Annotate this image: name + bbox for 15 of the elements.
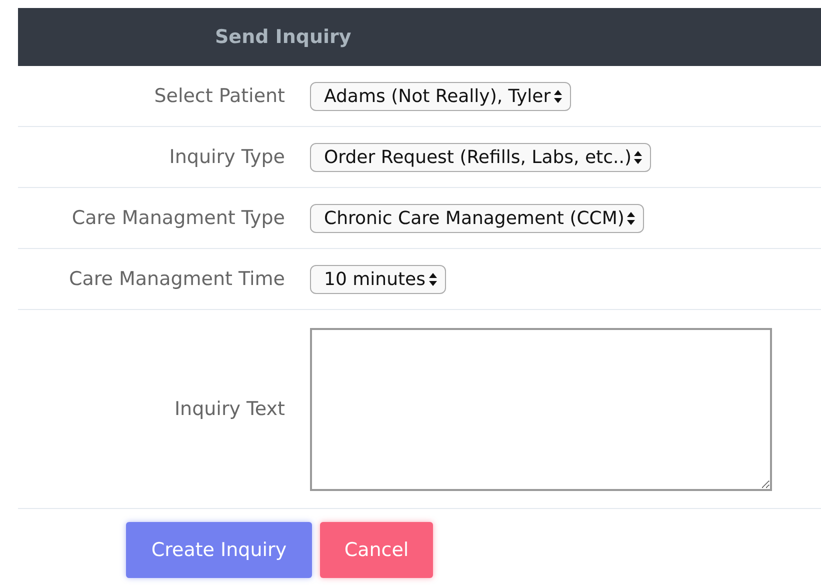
field-label: Care Managment Time (68, 268, 285, 290)
field-label: Care Managment Type (72, 206, 285, 229)
sort-arrows-icon (627, 212, 636, 224)
select-field[interactable]: 10 minutes (310, 264, 446, 294)
text-area[interactable] (310, 328, 772, 490)
sort-arrows-icon (554, 90, 562, 102)
field-label: Inquiry Type (169, 146, 285, 168)
select-field[interactable]: Adams (Not Really), Tyler (310, 82, 571, 110)
select-field[interactable]: Chronic Care Management (CCM) (310, 204, 644, 232)
field-label: Select Patient (154, 84, 285, 107)
field-label: Inquiry Text (174, 398, 285, 420)
sort-arrows-icon (634, 150, 642, 164)
sort-arrows-icon (428, 272, 436, 286)
select-field[interactable]: Order Request (Refills, Labs, etc..) (310, 142, 652, 172)
header-title: Send Inquiry (215, 24, 352, 50)
